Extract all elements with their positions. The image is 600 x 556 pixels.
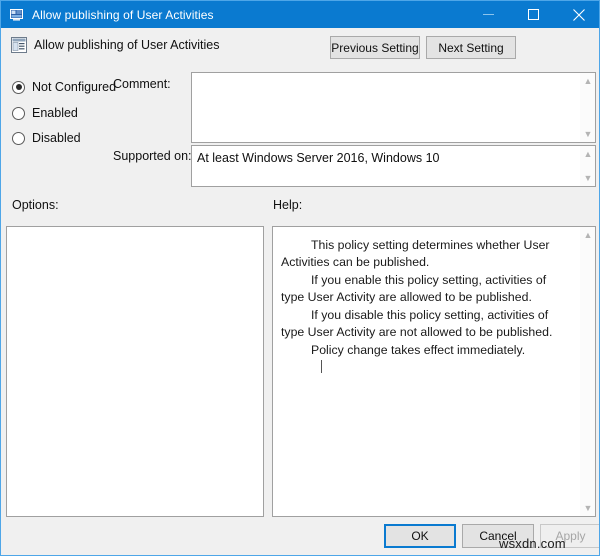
- chevron-down-icon[interactable]: ▼: [580, 170, 595, 186]
- comment-value[interactable]: [192, 73, 578, 142]
- policy-name: Allow publishing of User Activities: [34, 38, 220, 52]
- radio-disabled[interactable]: Disabled: [12, 129, 81, 147]
- titlebar[interactable]: Allow publishing of User Activities: [1, 1, 599, 28]
- chevron-up-icon[interactable]: ▲: [580, 227, 595, 243]
- policy-editor-icon: [9, 7, 25, 23]
- dialog-header: Allow publishing of User Activities Prev…: [2, 28, 599, 65]
- comment-scrollbar[interactable]: ▲ ▼: [579, 73, 595, 142]
- radio-enabled[interactable]: Enabled: [12, 104, 78, 122]
- maximize-button[interactable]: [511, 1, 556, 28]
- radio-disabled-label: Disabled: [32, 131, 81, 145]
- supported-on-value[interactable]: At least Windows Server 2016, Windows 10: [192, 146, 578, 186]
- comment-label: Comment:: [113, 77, 171, 91]
- radio-enabled-mark[interactable]: [12, 106, 25, 120]
- help-paragraph: If you enable this policy setting, activ…: [281, 272, 547, 305]
- close-button[interactable]: [556, 1, 599, 28]
- watermark: wsxdn.com: [499, 536, 566, 551]
- radio-not-configured-mark[interactable]: [12, 80, 25, 94]
- help-pane-scrollbar[interactable]: ▲ ▼: [579, 227, 595, 516]
- help-pane-content[interactable]: This policy setting determines whether U…: [273, 227, 578, 516]
- supported-on-scrollbar[interactable]: ▲ ▼: [579, 146, 595, 186]
- chevron-up-icon[interactable]: ▲: [580, 146, 595, 162]
- radio-disabled-mark[interactable]: [12, 131, 25, 145]
- minimize-button[interactable]: [466, 1, 511, 28]
- supported-on-field[interactable]: At least Windows Server 2016, Windows 10…: [191, 145, 596, 187]
- help-text-caret-line: [281, 359, 568, 376]
- next-setting-button[interactable]: Next Setting: [426, 36, 516, 59]
- help-paragraph: Policy change takes effect immediately.: [311, 342, 526, 357]
- chevron-down-icon[interactable]: ▼: [580, 126, 595, 142]
- window-title: Allow publishing of User Activities: [32, 7, 214, 22]
- help-paragraph: This policy setting determines whether U…: [281, 238, 550, 270]
- comment-field[interactable]: ▲ ▼: [191, 72, 596, 143]
- options-pane-label: Options:: [12, 198, 59, 212]
- help-paragraph: If you disable this policy setting, acti…: [281, 307, 553, 340]
- options-pane[interactable]: [6, 226, 264, 517]
- chevron-up-icon[interactable]: ▲: [580, 73, 595, 89]
- ok-button[interactable]: OK: [384, 524, 456, 548]
- radio-enabled-label: Enabled: [32, 106, 78, 120]
- radio-not-configured-label: Not Configured: [32, 80, 117, 94]
- policy-setting-icon: [10, 36, 28, 54]
- chevron-down-icon[interactable]: ▼: [580, 500, 595, 516]
- supported-on-label: Supported on:: [113, 149, 192, 163]
- policy-setting-dialog: Allow publishing of User Activities Allo…: [0, 0, 600, 556]
- window-controls: [466, 1, 599, 28]
- help-pane-label: Help:: [273, 198, 303, 212]
- text-caret: [321, 360, 322, 374]
- radio-not-configured[interactable]: Not Configured: [12, 78, 116, 96]
- previous-setting-button[interactable]: Previous Setting: [330, 36, 420, 59]
- help-pane[interactable]: This policy setting determines whether U…: [272, 226, 596, 517]
